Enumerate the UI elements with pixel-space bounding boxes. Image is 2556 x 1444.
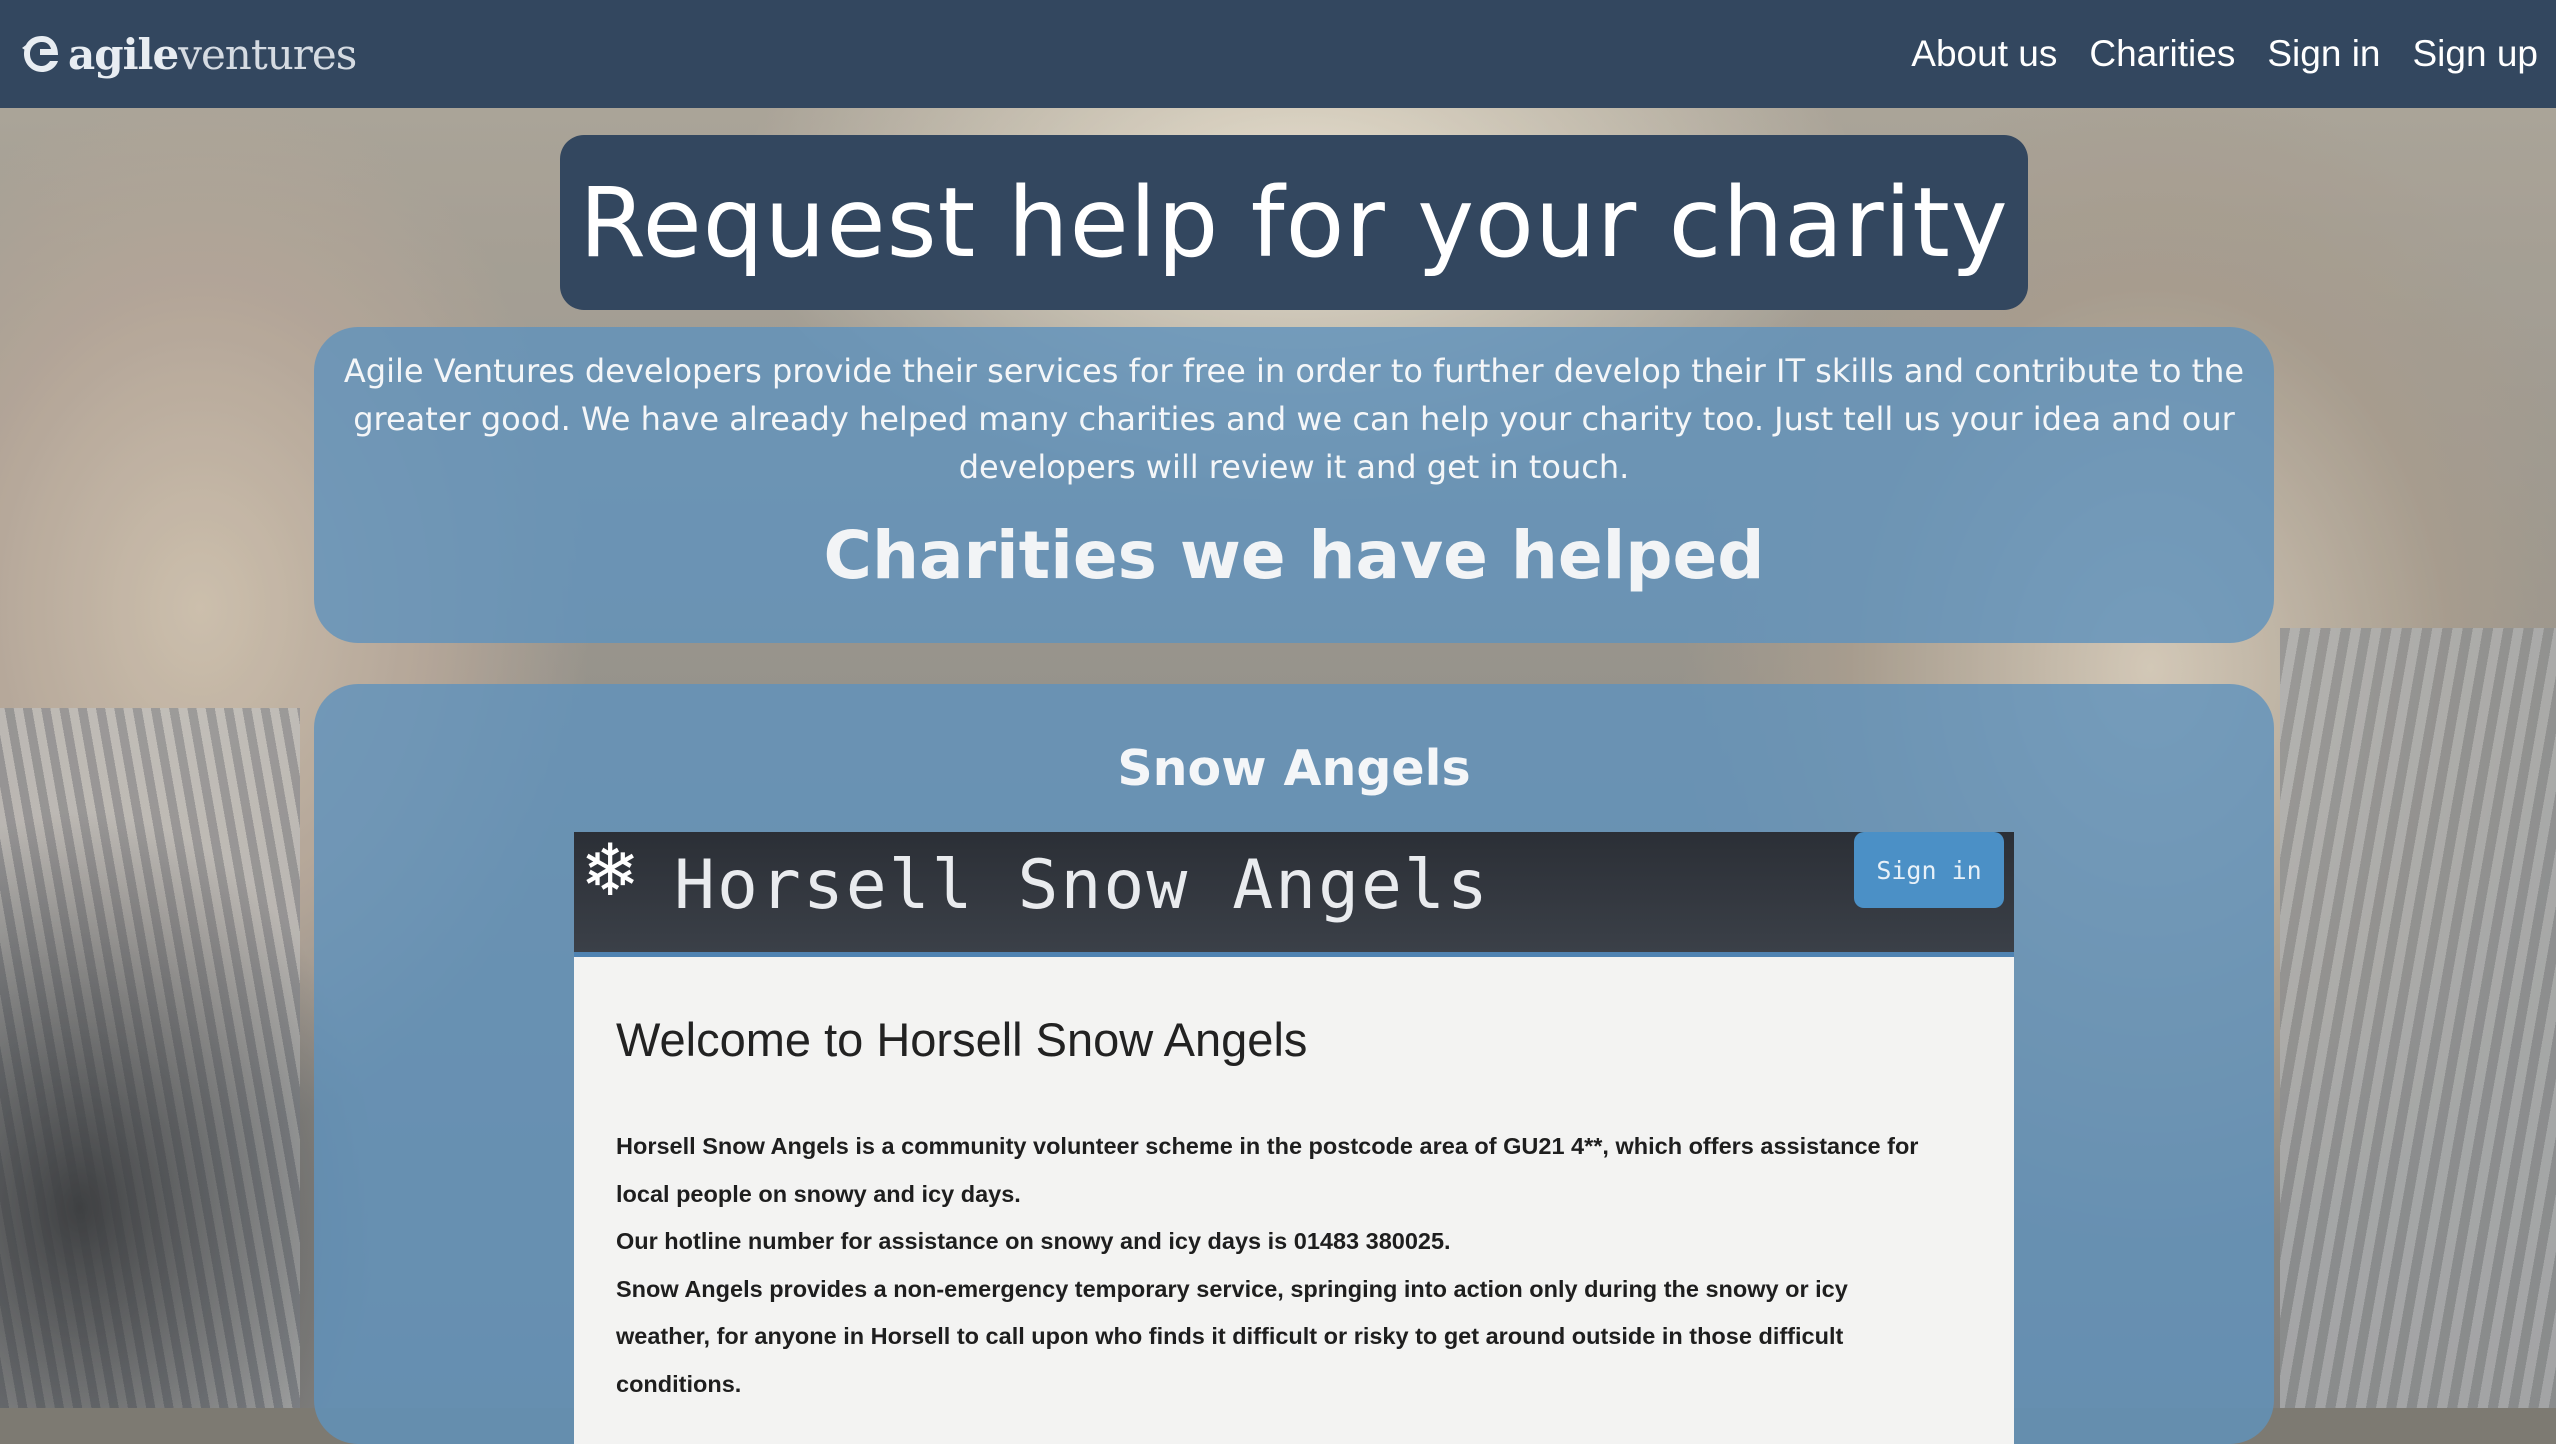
screenshot-sign-in-button: Sign in bbox=[1854, 832, 2004, 908]
screenshot-line: local people on snowy and icy days. bbox=[616, 1180, 1021, 1207]
nav-sign-in[interactable]: Sign in bbox=[2267, 33, 2380, 75]
charity-screenshot[interactable]: ❄ Horsell Snow Angels Sign in Welcome to… bbox=[574, 832, 2014, 1444]
brand-text: agileventures bbox=[68, 29, 357, 79]
screenshot-body: Welcome to Horsell Snow Angels Horsell S… bbox=[616, 1012, 1976, 1408]
nav-links: About us Charities Sign in Sign up bbox=[1911, 33, 2538, 75]
screenshot-line: weather, for anyone in Horsell to call u… bbox=[616, 1323, 1844, 1349]
screenshot-welcome-heading: Welcome to Horsell Snow Angels bbox=[616, 1013, 1308, 1066]
screenshot-line: Our hotline number for assistance on sno… bbox=[616, 1228, 1451, 1254]
screenshot-header: ❄ Horsell Snow Angels Sign in bbox=[574, 832, 2014, 957]
helped-heading: Charities we have helped bbox=[823, 517, 1765, 594]
page-title: Request help for your charity bbox=[579, 166, 2009, 279]
screenshot-line: conditions. bbox=[616, 1370, 742, 1397]
screenshot-line: Snow Angels provides a non-emergency tem… bbox=[616, 1275, 1848, 1302]
brand-logo[interactable]: agileventures bbox=[20, 29, 357, 79]
intro-text: Agile Ventures developers provide their … bbox=[343, 352, 2245, 486]
nav-sign-up[interactable]: Sign up bbox=[2413, 33, 2539, 75]
charity-name: Snow Angels bbox=[1117, 740, 1471, 797]
agile-ventures-logo-icon bbox=[22, 36, 58, 72]
nav-about-us[interactable]: About us bbox=[1911, 33, 2057, 75]
screenshot-site-title: Horsell Snow Angels bbox=[674, 846, 1490, 925]
intro-panel: Agile Ventures developers provide their … bbox=[314, 327, 2274, 643]
nav-charities[interactable]: Charities bbox=[2089, 33, 2235, 75]
snowflake-icon: ❄ bbox=[580, 832, 641, 912]
brand-text-light: ventures bbox=[178, 29, 357, 79]
navbar: agileventures About us Charities Sign in… bbox=[0, 0, 2556, 108]
page-title-box: Request help for your charity bbox=[560, 135, 2028, 310]
brand-text-bold: agile bbox=[68, 29, 179, 79]
charity-card: Snow Angels ❄ Horsell Snow Angels Sign i… bbox=[314, 684, 2274, 1444]
screenshot-line: Horsell Snow Angels is a community volun… bbox=[616, 1133, 1919, 1159]
